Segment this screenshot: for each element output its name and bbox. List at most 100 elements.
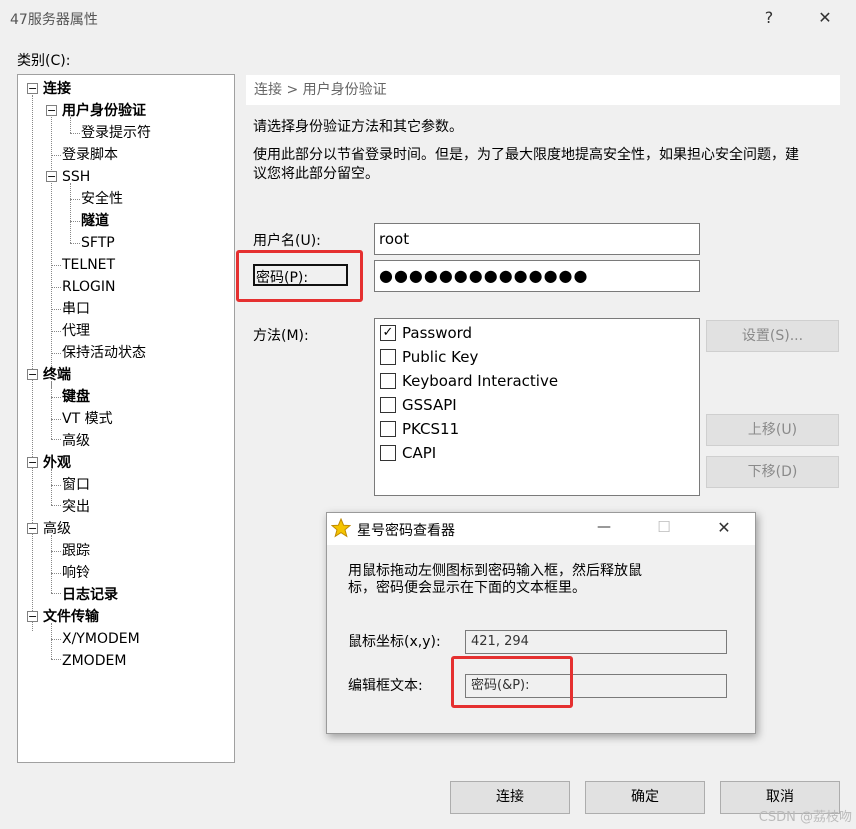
tree-item-tunnel[interactable]: 隧道 xyxy=(81,210,109,232)
tree-connector xyxy=(51,639,61,640)
tree-connector xyxy=(32,95,33,631)
edit-text-label: 编辑框文本: xyxy=(348,678,423,694)
checkbox[interactable] xyxy=(380,397,396,413)
password-viewer-window[interactable]: 星号密码查看器 — ☐ ✕ 用鼠标拖动左侧图标到密码输入框，然后释放鼠 标，密码… xyxy=(326,512,756,734)
tree-item-highlight[interactable]: 突出 xyxy=(62,496,90,518)
tree-connector xyxy=(51,659,61,660)
window-title: 47服务器属性 xyxy=(10,12,98,28)
tree-item-telnet[interactable]: TELNET xyxy=(62,254,115,276)
tree-item-file-transfer[interactable]: 文件传输 xyxy=(43,606,99,628)
category-tree[interactable]: − − − − − − − 连接 用户身份验证 登录提示符 登录脚本 SSH 安… xyxy=(17,74,235,763)
method-item-public-key[interactable]: Public Key xyxy=(380,345,478,369)
tree-connector xyxy=(51,485,61,486)
tree-connector xyxy=(51,265,61,266)
tree-item-window[interactable]: 窗口 xyxy=(62,474,90,496)
checkbox-checked[interactable]: ✓ xyxy=(380,325,396,341)
minimize-button[interactable]: — xyxy=(589,519,619,535)
tree-connector xyxy=(51,469,52,505)
tree-connector xyxy=(51,287,61,288)
tree-connector xyxy=(51,117,52,388)
method-label-text: Password xyxy=(402,324,473,342)
expand-toggle-icon[interactable]: − xyxy=(27,457,38,468)
tree-connector xyxy=(51,535,52,593)
tree-item-keepalive[interactable]: 保持活动状态 xyxy=(62,342,146,364)
method-label-text: Keyboard Interactive xyxy=(402,372,559,390)
move-up-button[interactable]: 上移(U) xyxy=(706,414,839,446)
tree-connector xyxy=(51,623,52,659)
expand-toggle-icon[interactable]: − xyxy=(46,105,57,116)
tree-item-xymodem[interactable]: X/YMODEM xyxy=(62,628,140,650)
move-down-button[interactable]: 下移(D) xyxy=(706,456,839,488)
method-item-capi[interactable]: CAPI xyxy=(380,441,436,465)
mouse-coord-label: 鼠标坐标(x,y): xyxy=(348,634,441,650)
expand-toggle-icon[interactable]: − xyxy=(27,523,38,534)
popup-titlebar[interactable]: 星号密码查看器 — ☐ ✕ xyxy=(327,513,755,545)
breadcrumb: 连接 > 用户身份验证 xyxy=(246,75,840,105)
popup-close-button[interactable]: ✕ xyxy=(709,518,739,537)
tree-item-login-script[interactable]: 登录脚本 xyxy=(62,144,118,166)
tree-item-terminal-advanced[interactable]: 高级 xyxy=(62,430,90,452)
ok-button[interactable]: 确定 xyxy=(585,781,705,814)
tree-item-advanced[interactable]: 高级 xyxy=(43,518,71,540)
method-item-password[interactable]: ✓ Password xyxy=(380,321,472,345)
tree-connector xyxy=(70,221,80,222)
help-button[interactable]: ? xyxy=(754,8,784,27)
tree-item-vt-mode[interactable]: VT 模式 xyxy=(62,408,113,430)
tree-item-ssh[interactable]: SSH xyxy=(62,166,90,188)
tree-item-terminal[interactable]: 终端 xyxy=(43,364,71,386)
username-label: 用户名(U): xyxy=(253,233,321,249)
expand-toggle-icon[interactable]: − xyxy=(27,611,38,622)
star-icon[interactable] xyxy=(331,518,351,538)
tree-connector xyxy=(51,573,61,574)
checkbox[interactable] xyxy=(380,349,396,365)
settings-button[interactable]: 设置(S)... xyxy=(706,320,839,352)
password-input[interactable]: ●●●●●●●●●●●●●● xyxy=(374,260,700,292)
method-item-pkcs11[interactable]: PKCS11 xyxy=(380,417,459,441)
tree-item-logging[interactable]: 日志记录 xyxy=(62,584,118,606)
tree-item-connection[interactable]: 连接 xyxy=(43,78,71,100)
expand-toggle-icon[interactable]: − xyxy=(27,83,38,94)
expand-toggle-icon[interactable]: − xyxy=(46,171,57,182)
tree-item-keyboard[interactable]: 键盘 xyxy=(62,386,90,408)
description-line: 请选择身份验证方法和其它参数。 xyxy=(253,119,463,135)
tree-item-appearance[interactable]: 外观 xyxy=(43,452,71,474)
checkbox[interactable] xyxy=(380,445,396,461)
tree-connector xyxy=(51,309,61,310)
tree-item-security[interactable]: 安全性 xyxy=(81,188,123,210)
expand-toggle-icon[interactable]: − xyxy=(27,369,38,380)
tree-item-serial[interactable]: 串口 xyxy=(62,298,90,320)
method-label: 方法(M): xyxy=(253,328,309,344)
tree-connector xyxy=(70,133,80,134)
highlight-box xyxy=(451,656,573,708)
tree-item-user-auth[interactable]: 用户身份验证 xyxy=(62,100,146,122)
tree-connector xyxy=(51,155,61,156)
method-list[interactable]: ✓ Password Public Key Keyboard Interacti… xyxy=(374,318,700,496)
tree-item-sftp[interactable]: SFTP xyxy=(81,232,115,254)
method-item-keyboard-interactive[interactable]: Keyboard Interactive xyxy=(380,369,558,393)
description-line: 议您将此部分留空。 xyxy=(253,166,379,182)
tree-connector xyxy=(51,505,61,506)
tree-item-trace[interactable]: 跟踪 xyxy=(62,540,90,562)
tree-connector xyxy=(51,419,61,420)
tree-item-rlogin[interactable]: RLOGIN xyxy=(62,276,116,298)
method-label-text: CAPI xyxy=(402,444,437,462)
tree-connector xyxy=(51,439,61,440)
checkbox[interactable] xyxy=(380,373,396,389)
tree-item-bell[interactable]: 响铃 xyxy=(62,562,90,584)
popup-title: 星号密码查看器 xyxy=(357,523,455,539)
maximize-button[interactable]: ☐ xyxy=(649,518,679,536)
mouse-coord-field: 421, 294 xyxy=(465,630,727,654)
username-input[interactable]: root xyxy=(374,223,700,255)
password-label: 密码(P): xyxy=(256,270,309,286)
checkbox[interactable] xyxy=(380,421,396,437)
method-item-gssapi[interactable]: GSSAPI xyxy=(380,393,457,417)
tree-connector xyxy=(51,593,61,594)
tree-connector xyxy=(51,397,61,398)
close-button[interactable]: ✕ xyxy=(810,8,840,27)
category-label: 类别(C): xyxy=(17,53,71,69)
tree-item-login-prompt[interactable]: 登录提示符 xyxy=(81,122,151,144)
connect-button[interactable]: 连接 xyxy=(450,781,570,814)
tree-connector xyxy=(70,199,80,200)
tree-item-zmodem[interactable]: ZMODEM xyxy=(62,650,126,672)
tree-item-proxy[interactable]: 代理 xyxy=(62,320,90,342)
